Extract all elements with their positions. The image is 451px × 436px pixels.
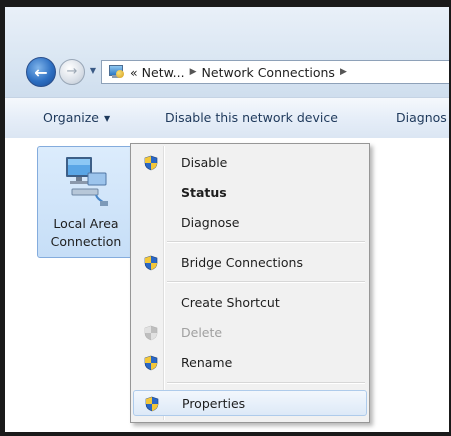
chevron-down-icon: ▼ <box>104 114 111 123</box>
uac-shield-icon <box>144 155 158 171</box>
organize-menu[interactable]: Organize ▼ <box>43 110 110 125</box>
uac-shield-icon <box>145 396 159 412</box>
local-area-connection-item[interactable]: Local Area Connection <box>37 146 135 258</box>
menu-label-bridge-connections: Bridge Connections <box>181 255 303 270</box>
menu-label-disable: Disable <box>181 155 228 170</box>
recent-pages-dropdown[interactable]: ▼ <box>88 65 98 77</box>
menu-item-bridge-connections[interactable]: Bridge Connections <box>133 250 367 276</box>
menu-label-delete: Delete <box>181 325 223 340</box>
disable-device-button[interactable]: Disable this network device <box>165 110 338 125</box>
context-menu: Disable Status Diagnose Bridge Connectio… <box>130 143 370 423</box>
breadcrumb-overflow[interactable]: « <box>130 65 138 80</box>
menu-label-diagnose: Diagnose <box>181 215 240 230</box>
menu-separator <box>167 241 365 243</box>
menu-label-status: Status <box>181 185 227 200</box>
menu-label-create-shortcut: Create Shortcut <box>181 295 280 310</box>
organize-label: Organize <box>43 110 99 125</box>
breadcrumb-network-connections[interactable]: Network Connections <box>202 65 335 80</box>
menu-item-rename[interactable]: Rename <box>133 350 367 376</box>
diagnose-button[interactable]: Diagnos <box>396 110 447 125</box>
breadcrumb-network[interactable]: Netw... <box>142 65 185 80</box>
menu-item-status[interactable]: Status <box>133 180 367 206</box>
network-adapter-icon <box>66 157 108 206</box>
chevron-down-icon: ▼ <box>89 66 97 75</box>
window-header: ← → ▼ « Netw... ▶ Network Connections ▶ <box>5 7 449 97</box>
address-bar[interactable]: « Netw... ▶ Network Connections ▶ <box>101 60 449 84</box>
uac-shield-icon <box>144 355 158 371</box>
breadcrumb-separator-icon[interactable]: ▶ <box>340 67 347 77</box>
menu-separator <box>167 382 365 384</box>
uac-shield-icon <box>144 325 158 341</box>
menu-label-properties: Properties <box>182 396 246 411</box>
menu-label-rename: Rename <box>181 355 233 370</box>
command-bar: Organize ▼ Disable this network device Di… <box>5 97 449 139</box>
back-button[interactable]: ← <box>26 57 56 87</box>
forward-arrow-icon: → <box>66 64 78 79</box>
title-bar <box>5 7 449 49</box>
menu-item-create-shortcut[interactable]: Create Shortcut <box>133 290 367 316</box>
menu-item-delete: Delete <box>133 320 367 346</box>
back-arrow-icon: ← <box>34 63 48 82</box>
forward-button[interactable]: → <box>59 59 85 85</box>
menu-separator <box>167 281 365 283</box>
menu-item-diagnose[interactable]: Diagnose <box>133 210 367 236</box>
uac-shield-icon <box>144 255 158 271</box>
network-folder-icon <box>108 64 124 80</box>
connection-name-line2: Connection <box>50 234 122 249</box>
breadcrumb-separator-icon[interactable]: ▶ <box>190 67 197 77</box>
menu-item-properties[interactable]: Properties <box>133 390 367 416</box>
menu-item-disable[interactable]: Disable <box>133 150 367 176</box>
connection-name-line1: Local Area <box>53 216 119 231</box>
